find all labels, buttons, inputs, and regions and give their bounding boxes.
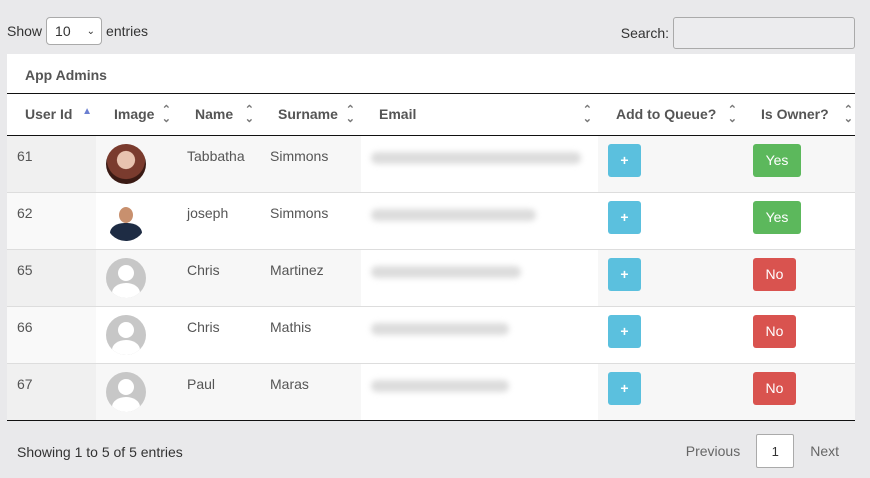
admins-table: User Id ▲ Image ⌃ ⌄ Name ⌃ ⌄ Surname ⌃ ⌄ Em… [7, 94, 855, 421]
table-row: 65 Chris Martinez + No [7, 249, 855, 307]
owner-cell: No [743, 363, 855, 421]
sort-both-icon: ⌃ ⌄ [843, 104, 853, 125]
owner-cell: Yes [743, 135, 855, 193]
sort-both-icon: ⌃ ⌄ [727, 104, 737, 125]
add-cell: + [598, 192, 743, 250]
email-cell [361, 192, 598, 250]
avatar [106, 143, 146, 184]
user-id-cell: 62 [7, 192, 96, 250]
table-row: 62 joseph Simmons + Yes [7, 192, 855, 250]
sort-both-icon: ⌃ ⌄ [345, 104, 355, 125]
user-id-cell: 65 [7, 249, 96, 307]
table-info: Showing 1 to 5 of 5 entries [17, 444, 183, 460]
chevron-down-icon: ⌄ [86, 25, 96, 37]
default-avatar-icon [106, 257, 146, 298]
image-cell [96, 306, 177, 364]
default-avatar-icon [106, 371, 146, 412]
user-id-cell: 61 [7, 135, 96, 193]
user-id-cell: 67 [7, 363, 96, 421]
image-cell [96, 135, 177, 193]
surname-cell: Simmons [260, 135, 361, 193]
owner-cell: No [743, 306, 855, 364]
user-id-cell: 66 [7, 306, 96, 364]
name-cell: Chris [177, 306, 260, 364]
entries-per-page-select[interactable]: 10 ⌄ [46, 17, 103, 45]
length-menu-suffix: entries [106, 23, 149, 39]
owner-cell: No [743, 249, 855, 307]
search-box: Search: [621, 17, 855, 49]
add-to-queue-button[interactable]: + [608, 200, 641, 234]
add-cell: + [598, 135, 743, 193]
length-menu: Show 10 ⌄ entries [7, 17, 148, 45]
search-label: Search: [620, 25, 669, 41]
add-to-queue-button[interactable]: + [608, 314, 641, 348]
table-header-row: User Id ▲ Image ⌃ ⌄ Name ⌃ ⌄ Surname ⌃ ⌄ Em… [7, 94, 855, 136]
length-menu-prefix: Show [7, 23, 43, 39]
next-page-button[interactable]: Next [794, 443, 855, 459]
table-row: 61 Tabbatha Simmons + Yes [7, 135, 855, 193]
column-header-image[interactable]: Image ⌃ ⌄ [96, 94, 177, 136]
blurred-email [371, 151, 581, 164]
name-cell: joseph [177, 192, 260, 250]
add-to-queue-button[interactable]: + [608, 371, 641, 405]
blurred-email [371, 379, 509, 392]
column-header-email[interactable]: Email ⌃ ⌄ [361, 94, 598, 136]
surname-cell: Simmons [260, 192, 361, 250]
owner-cell: Yes [743, 192, 855, 250]
sort-both-icon: ⌃ ⌄ [244, 104, 254, 125]
image-cell [96, 192, 177, 250]
previous-page-button[interactable]: Previous [670, 443, 756, 459]
email-cell [361, 306, 598, 364]
owner-no-button[interactable]: No [753, 257, 796, 291]
blurred-email [371, 265, 521, 278]
image-cell [96, 363, 177, 421]
owner-no-button[interactable]: No [753, 314, 796, 348]
surname-cell: Martinez [260, 249, 361, 307]
add-cell: + [598, 306, 743, 364]
admins-panel: App Admins User Id ▲ Image ⌃⌄ Name ⌃⌄ [7, 54, 855, 421]
add-to-queue-button[interactable]: + [608, 257, 641, 291]
table-row: 67 Paul Maras + No [7, 363, 855, 421]
pagination: Previous 1 Next [670, 434, 855, 468]
column-header-name[interactable]: Name ⌃ ⌄ [177, 94, 260, 136]
owner-no-button[interactable]: No [753, 371, 796, 405]
surname-cell: Mathis [260, 306, 361, 364]
name-cell: Tabbatha [177, 135, 260, 193]
table-row: 66 Chris Mathis + No [7, 306, 855, 364]
sort-ascending-icon: ▲ [82, 106, 92, 117]
name-cell: Chris [177, 249, 260, 307]
sort-both-icon: ⌃ ⌄ [161, 104, 171, 125]
sort-both-icon: ⌃ ⌄ [582, 104, 592, 125]
add-cell: + [598, 363, 743, 421]
email-cell [361, 249, 598, 307]
owner-yes-button[interactable]: Yes [753, 143, 801, 177]
entries-per-page-value: 10 [55, 23, 71, 39]
blurred-email [371, 322, 509, 335]
surname-cell: Maras [260, 363, 361, 421]
page-1-button[interactable]: 1 [756, 434, 795, 468]
image-cell [96, 249, 177, 307]
name-cell: Paul [177, 363, 260, 421]
email-cell [361, 135, 598, 193]
search-input[interactable] [673, 17, 855, 49]
blurred-email [371, 208, 536, 221]
column-header-add-to-queue[interactable]: Add to Queue? ⌃ ⌄ [598, 94, 743, 136]
default-avatar-icon [106, 314, 146, 355]
column-header-is-owner[interactable]: Is Owner? ⌃ ⌄ [743, 94, 855, 136]
column-header-user-id[interactable]: User Id ▲ [7, 94, 96, 136]
column-header-surname[interactable]: Surname ⌃ ⌄ [260, 94, 361, 136]
owner-yes-button[interactable]: Yes [753, 200, 801, 234]
add-cell: + [598, 249, 743, 307]
add-to-queue-button[interactable]: + [608, 143, 641, 177]
panel-title: App Admins [7, 54, 855, 94]
email-cell [361, 363, 598, 421]
avatar [106, 200, 146, 241]
